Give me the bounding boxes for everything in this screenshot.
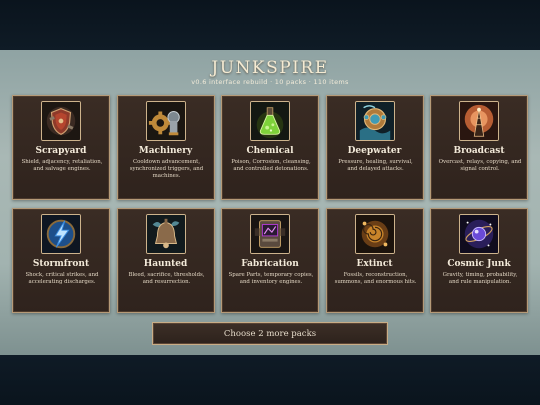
pack-card-scrapyard[interactable]: Scrapyard Shield, adjacency, retaliation… [12,95,110,200]
pack-description: Gravity, timing, probability, and rule m… [442,272,518,286]
game-title: JUNKSPIRE [211,58,329,78]
pack-name: Extinct [356,259,393,269]
pack-description: Bleed, sacrifice, thresholds, and resurr… [128,272,205,286]
pack-description: Pressure, healing, survival, and delayed… [338,159,413,173]
pack-name: Fabrication [241,259,299,269]
pack-name: Stormfront [32,259,90,269]
pack-description: Poison, Corrosion, cleansing, and contro… [231,159,311,173]
pack-grid: Scrapyard Shield, adjacency, retaliation… [12,95,528,313]
pack-card-chemical[interactable]: Chemical Poison, Corrosion, cleansing, a… [221,95,319,200]
pack-name: Scrapyard [35,146,87,156]
scrap-shield-icon [41,101,81,141]
pack-description: Shield, adjacency, retaliation, and salv… [21,159,103,173]
flask-icon [250,101,290,141]
gear-piston-icon [145,101,186,141]
radio-tower-icon [459,101,499,141]
pack-card-haunted[interactable]: Haunted Bleed, sacrifice, thresholds, an… [116,208,215,313]
pack-description: Fossils, reconstruction, summons, and en… [334,272,417,286]
pack-card-cosmic-junk[interactable]: Cosmic Junk Gravity, timing, probability… [430,208,528,313]
pack-name: Broadcast [453,146,505,156]
pack-card-machinery[interactable]: Machinery Cooldown advancement, synchron… [116,95,215,200]
pack-name: Chemical [246,146,294,156]
fossil-icon [354,214,395,254]
pack-name: Machinery [138,146,193,156]
pack-description: Overcast, relays, copying, and signal co… [438,159,522,173]
top-letterbox [0,0,540,50]
pack-card-fabrication[interactable]: Fabrication Spare Parts, temporary copie… [221,208,319,313]
cosmic-orb-icon [459,214,499,254]
bottom-letterbox [0,355,540,405]
haunted-bell-icon [145,214,186,254]
pack-card-deepwater[interactable]: Deepwater Pressure, healing, survival, a… [325,95,424,200]
pack-card-broadcast[interactable]: Broadcast Overcast, relays, copying, and… [430,95,528,200]
choose-packs-button[interactable]: Choose 2 more packs [152,322,388,345]
diving-helmet-icon [354,101,395,141]
pack-description: Spare Parts, temporary copies, and inven… [228,272,314,286]
pack-description: Shock, critical strikes, and acceleratin… [25,272,99,286]
fabricator-icon [250,214,290,254]
pack-name: Haunted [143,259,188,269]
pack-card-stormfront[interactable]: Stormfront Shock, critical strikes, and … [12,208,110,313]
game-subtitle: v0.6 interface rebuild · 10 packs · 110 … [191,78,349,86]
pack-description: Cooldown advancement, synchronized trigg… [129,159,204,180]
pack-name: Deepwater [347,146,402,156]
pack-name: Cosmic Junk [447,259,511,269]
lightning-icon [41,214,81,254]
pack-card-extinct[interactable]: Extinct Fossils, reconstruction, summons… [325,208,424,313]
